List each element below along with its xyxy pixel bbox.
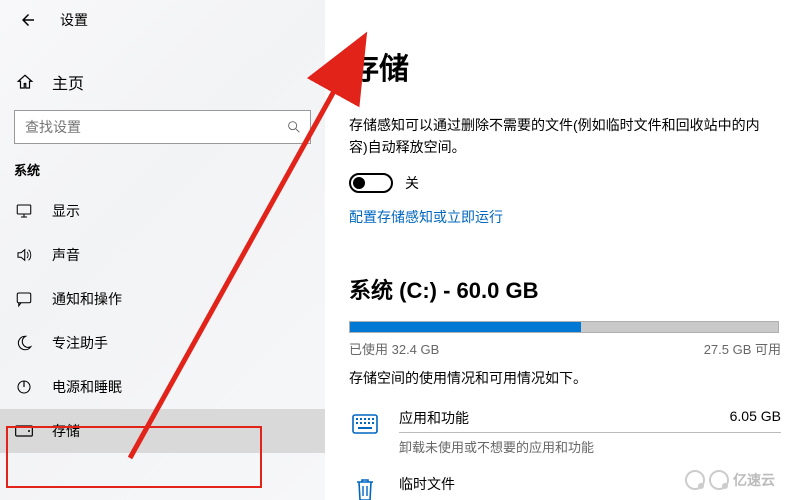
- sidebar-item-sound[interactable]: 声音: [0, 233, 325, 277]
- system-section-label: 系统: [0, 160, 325, 189]
- page-title: 存储: [349, 44, 769, 88]
- sidebar-item-label: 通知和操作: [52, 289, 122, 309]
- category-name: 临时文件: [399, 474, 455, 494]
- power-icon: [15, 378, 33, 396]
- sidebar-item-label: 显示: [52, 201, 80, 221]
- storage-sense-description: 存储感知可以通过删除不需要的文件(例如临时文件和回收站中的内容)自动释放空间。: [349, 114, 769, 159]
- sidebar-item-storage[interactable]: 存储: [0, 409, 325, 453]
- storage-usage-fill: [350, 322, 581, 332]
- app-title: 设置: [60, 10, 88, 30]
- moon-icon: [15, 334, 33, 352]
- monitor-icon: [15, 202, 33, 220]
- toggle-state-label: 关: [405, 173, 419, 193]
- category-name: 应用和功能: [399, 408, 469, 428]
- category-apps[interactable]: 应用和功能 6.05 GB 卸载未使用或不想要的应用和功能: [349, 408, 781, 456]
- storage-usage-bar: [349, 321, 779, 333]
- message-icon: [15, 290, 33, 308]
- home-icon: [16, 73, 34, 91]
- speaker-icon: [15, 246, 33, 264]
- main-content: 存储 存储感知可以通过删除不需要的文件(例如临时文件和回收站中的内容)自动释放空…: [325, 0, 793, 500]
- keyboard-icon: [352, 414, 378, 434]
- sidebar-item-power[interactable]: 电源和睡眠: [0, 365, 325, 409]
- sidebar-item-label: 电源和睡眠: [52, 377, 122, 397]
- watermark-icon: [709, 470, 729, 490]
- watermark-icon: [685, 470, 705, 490]
- sidebar-item-display[interactable]: 显示: [0, 189, 325, 233]
- category-size: 6.05 GB: [730, 408, 781, 428]
- trash-icon: [354, 477, 376, 500]
- arrow-left-icon: [19, 11, 37, 29]
- storage-sense-toggle[interactable]: [349, 173, 393, 193]
- category-subtitle: 卸载未使用或不想要的应用和功能: [399, 433, 781, 456]
- watermark-text: 亿速云: [733, 470, 775, 490]
- usage-description: 存储空间的使用情况和可用情况如下。: [349, 368, 769, 388]
- watermark: 亿速云: [685, 470, 775, 490]
- sidebar-item-label: 存储: [52, 421, 80, 441]
- sidebar-item-focus[interactable]: 专注助手: [0, 321, 325, 365]
- sidebar-item-label: 专注助手: [52, 333, 108, 353]
- search-input[interactable]: [25, 119, 286, 135]
- sidebar-item-label: 声音: [52, 245, 80, 265]
- search-icon: [286, 119, 302, 135]
- free-space-label: 27.5 GB 可用: [704, 339, 781, 358]
- sidebar: 设置 主页 系统 显示 声音 通知和操作 专注助手 电源: [0, 0, 325, 500]
- back-button[interactable]: [16, 8, 40, 32]
- search-box[interactable]: [14, 110, 311, 144]
- configure-storage-sense-link[interactable]: 配置存储感知或立即运行: [349, 207, 503, 227]
- drive-icon: [14, 424, 34, 438]
- home-button[interactable]: 主页: [0, 60, 325, 104]
- used-space-label: 已使用 32.4 GB: [349, 339, 439, 358]
- sidebar-item-notifications[interactable]: 通知和操作: [0, 277, 325, 321]
- drive-title: 系统 (C:) - 60.0 GB: [349, 273, 769, 305]
- home-label: 主页: [52, 70, 84, 94]
